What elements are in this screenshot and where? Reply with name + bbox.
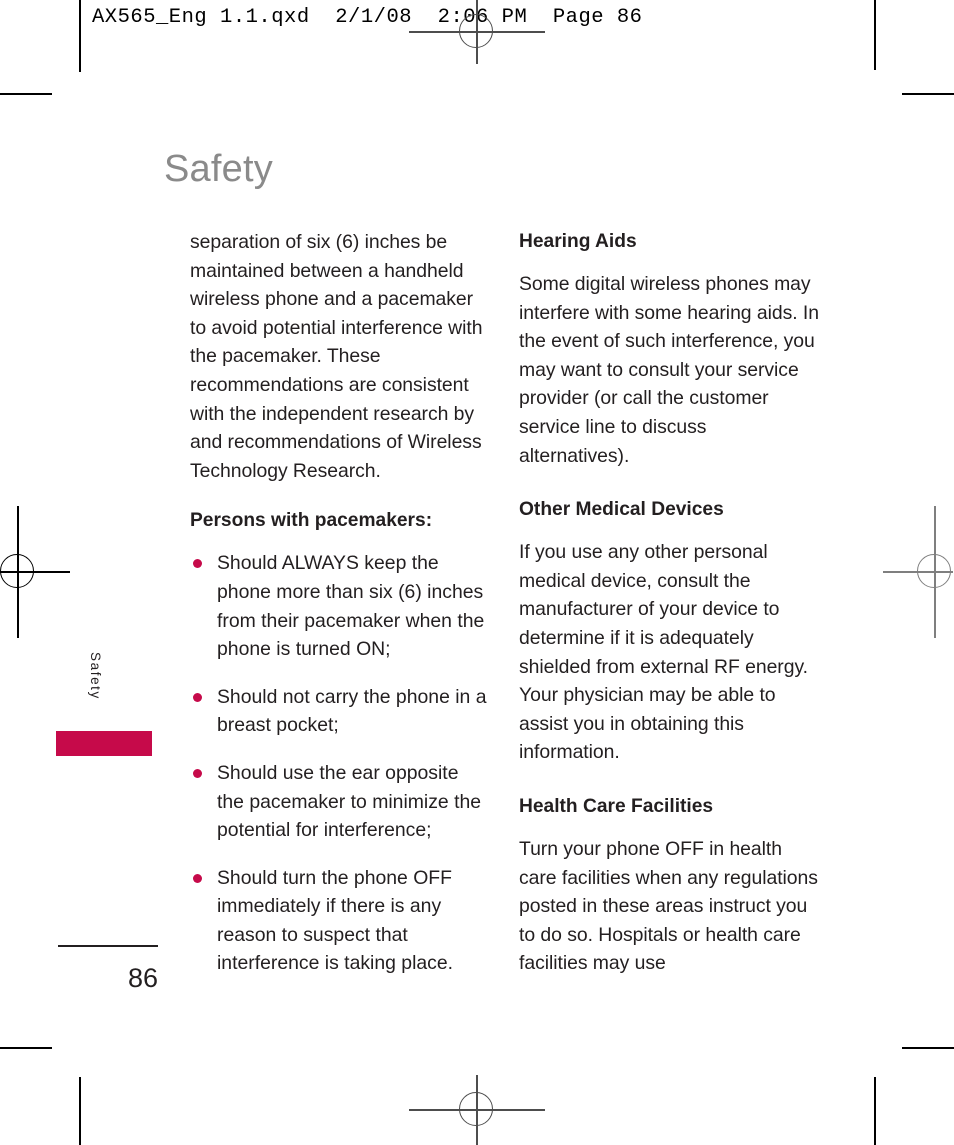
list-item-text: Should use the ear opposite the pacemake…	[217, 761, 482, 842]
list-item: Should ALWAYS keep the phone more than s…	[190, 549, 490, 663]
crop-mark-top-left-vertical	[79, 0, 81, 72]
document-page: AX565_Eng 1.1.qxd 2/1/08 2:06 PM Page 86…	[0, 0, 954, 1145]
crop-mark-bottom-right-horizontal	[902, 1047, 954, 1049]
list-item: Should turn the phone OFF immediately if…	[190, 864, 490, 978]
intro-paragraph: separation of six (6) inches be maintain…	[190, 231, 483, 482]
section-body-health-care-facilities: Turn your phone OFF in health care facil…	[519, 837, 818, 975]
crop-mark-bottom-left-vertical	[79, 1077, 81, 1145]
crop-mark-top-right-vertical	[874, 0, 876, 70]
list-item: Should use the ear opposite the pacemake…	[190, 759, 490, 845]
left-column: separation of six (6) inches be maintain…	[190, 228, 490, 997]
bullet-dot-icon	[193, 768, 202, 778]
bullet-dot-icon	[193, 692, 202, 702]
bullet-dot-icon	[193, 873, 202, 883]
section-body-hearing-aids: Some digital wireless phones may interfe…	[519, 273, 819, 467]
section-heading-health-care-facilities: Health Care Facilities	[519, 795, 714, 817]
crop-mark-bottom-left-horizontal	[0, 1047, 52, 1049]
section-heading-other-medical-devices: Other Medical Devices	[519, 499, 724, 521]
list-item-text: Should ALWAYS keep the phone more than s…	[217, 552, 485, 661]
section-body-other-medical-devices: If you use any other personal medical de…	[519, 541, 808, 764]
crop-mark-top-right-horizontal	[902, 93, 954, 95]
print-header-slug: AX565_Eng 1.1.qxd 2/1/08 2:06 PM Page 86	[92, 6, 643, 29]
side-tab-bar	[56, 731, 152, 756]
bullets-heading: Persons with pacemakers:	[190, 510, 433, 532]
section-heading-hearing-aids: Hearing Aids	[519, 231, 637, 252]
folio-rule	[58, 945, 158, 947]
list-item-text: Should not carry the phone in a breast p…	[217, 685, 487, 737]
crop-mark-top-left-horizontal	[0, 93, 52, 95]
page-number: 86	[127, 963, 158, 993]
list-item: Should not carry the phone in a breast p…	[190, 683, 490, 740]
right-column: Hearing Aids Some digital wireless phone…	[519, 228, 819, 1000]
pacemaker-bullet-list: Should ALWAYS keep the phone more than s…	[190, 549, 490, 978]
crop-mark-bottom-right-vertical	[874, 1077, 876, 1145]
side-tab-label: Safety	[88, 652, 103, 700]
page-title: Safety	[164, 148, 273, 190]
list-item-text: Should turn the phone OFF immediately if…	[217, 866, 454, 975]
bullet-dot-icon	[193, 559, 202, 569]
